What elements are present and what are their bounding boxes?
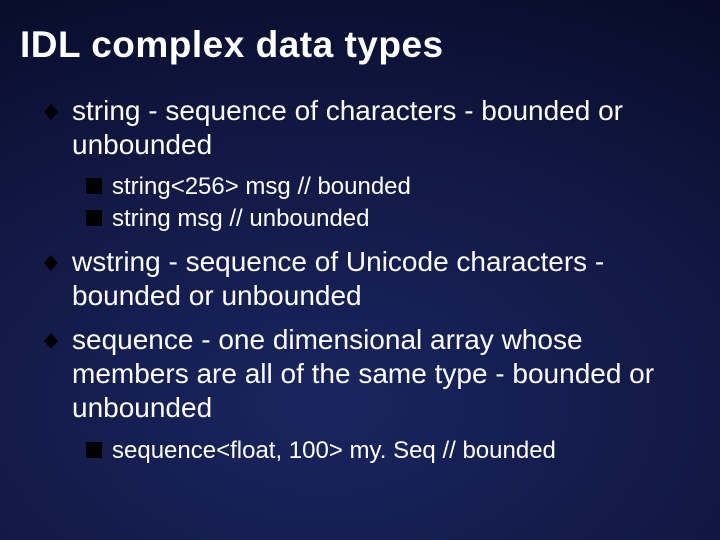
sub-bullet-group: sequence<float, 100> my. Seq // bounded [44, 436, 692, 465]
bullet-item: wstring - sequence of Unicode characters… [44, 245, 692, 313]
sub-bullet-item: sequence<float, 100> my. Seq // bounded [86, 436, 692, 465]
diamond-bullet-icon [44, 255, 58, 271]
sub-bullet-text: string msg // unbounded [112, 204, 370, 233]
sub-bullet-text: string<256> msg // bounded [112, 172, 411, 201]
sub-bullet-item: string msg // unbounded [86, 204, 692, 233]
square-bullet-icon [86, 210, 102, 226]
bullet-text: sequence - one dimensional array whose m… [72, 323, 692, 425]
bullet-item: sequence - one dimensional array whose m… [44, 323, 692, 425]
diamond-bullet-icon [44, 333, 58, 349]
bullet-text: string - sequence of characters - bounde… [72, 94, 692, 162]
diamond-bullet-icon [44, 104, 58, 120]
bullet-item: string - sequence of characters - bounde… [44, 94, 692, 162]
square-bullet-icon [86, 442, 102, 458]
sub-bullet-group: string<256> msg // bounded string msg //… [44, 172, 692, 233]
square-bullet-icon [86, 178, 102, 194]
slide: IDL complex data types string - sequence… [0, 0, 720, 540]
sub-bullet-text: sequence<float, 100> my. Seq // bounded [112, 436, 556, 465]
slide-title: IDL complex data types [0, 10, 720, 78]
slide-content: string - sequence of characters - bounde… [0, 78, 720, 465]
bullet-text: wstring - sequence of Unicode characters… [72, 245, 692, 313]
sub-bullet-item: string<256> msg // bounded [86, 172, 692, 201]
